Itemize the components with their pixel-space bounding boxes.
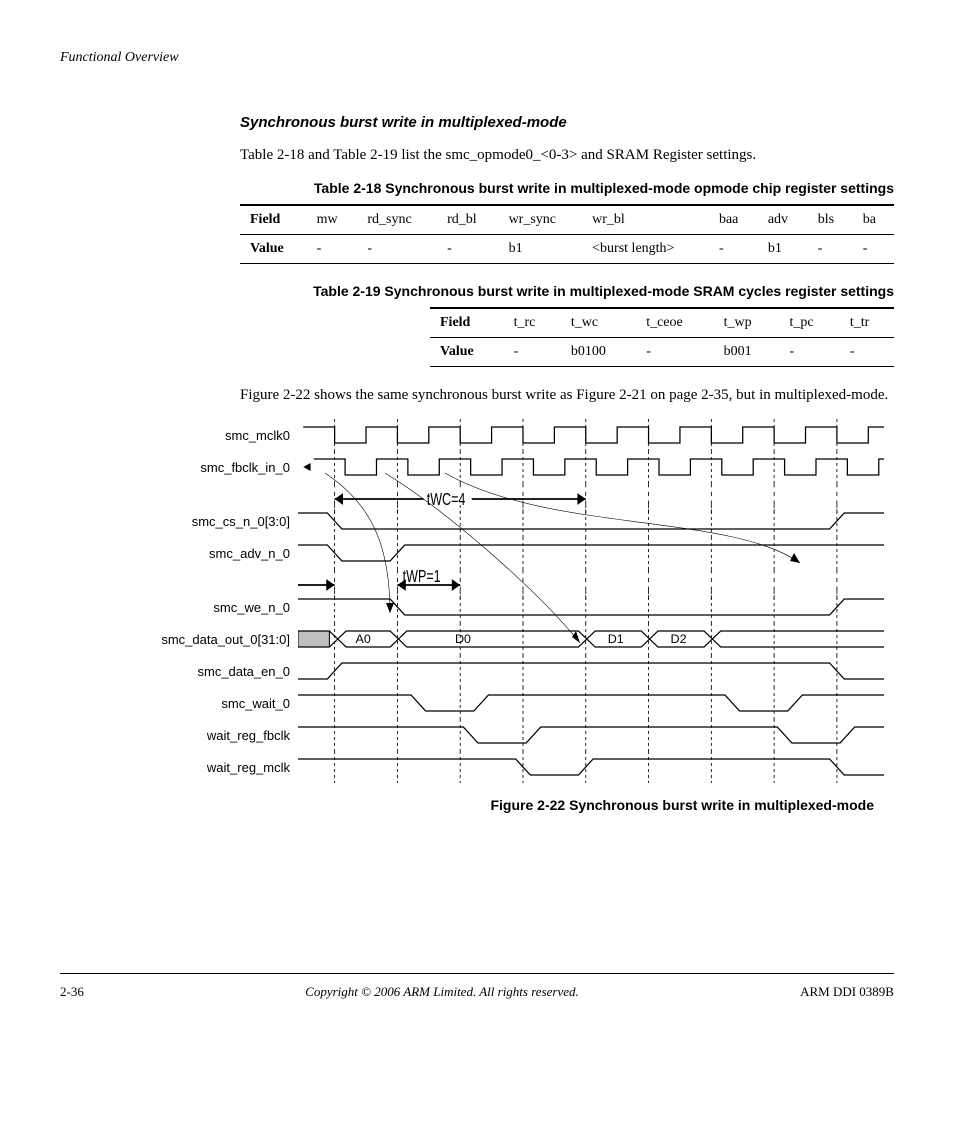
table-header: t_pc xyxy=(779,308,839,338)
signal-row: smc_fbclk_in_0 xyxy=(120,451,884,483)
signal-row: smc_we_n_0 xyxy=(120,591,884,623)
signal-label: smc_fbclk_in_0 xyxy=(120,460,298,475)
cell: - xyxy=(504,338,561,367)
signal-row: smc_wait_0 xyxy=(120,687,884,719)
signal-label: wait_reg_mclk xyxy=(120,760,298,775)
table-header: t_tr xyxy=(840,308,894,338)
svg-text:D2: D2 xyxy=(671,633,687,647)
cell: <burst length> xyxy=(582,235,709,264)
signal-label: smc_cs_n_0[3:0] xyxy=(120,514,298,529)
cell: - xyxy=(636,338,713,367)
table-2-18: Field mw rd_sync rd_bl wr_sync wr_bl baa… xyxy=(240,204,894,264)
signal-row: smc_adv_n_0 xyxy=(120,537,884,569)
cell: - xyxy=(437,235,498,264)
cell: - xyxy=(808,235,853,264)
table-header: t_ceoe xyxy=(636,308,713,338)
svg-text:A0: A0 xyxy=(356,633,372,647)
table-header: rd_bl xyxy=(437,205,498,235)
page-number: 2-36 xyxy=(60,984,84,1000)
signal-row: wait_reg_fbclk xyxy=(120,719,884,751)
cell: - xyxy=(853,235,894,264)
svg-text:D0: D0 xyxy=(455,633,471,647)
cell: - xyxy=(840,338,894,367)
table-header: wr_bl xyxy=(582,205,709,235)
row-label: Value xyxy=(430,338,504,367)
cell: - xyxy=(307,235,358,264)
cell: - xyxy=(779,338,839,367)
signal-label: smc_mclk0 xyxy=(120,428,298,443)
cell: b1 xyxy=(499,235,583,264)
signal-row: smc_data_en_0 xyxy=(120,655,884,687)
cell: b001 xyxy=(714,338,780,367)
signal-label: smc_data_out_0[31:0] xyxy=(120,632,298,647)
signal-row: smc_cs_n_0[3:0] xyxy=(120,505,884,537)
annotation-row: tWP=1 xyxy=(120,569,884,591)
table-header: wr_sync xyxy=(499,205,583,235)
signal-label: smc_wait_0 xyxy=(120,696,298,711)
cell: - xyxy=(709,235,758,264)
table-row: Value - - - b1 <burst length> - b1 - - xyxy=(240,235,894,264)
figure-reference-paragraph: Figure 2-22 shows the same synchronous b… xyxy=(240,385,894,405)
table-header: ba xyxy=(853,205,894,235)
cell: - xyxy=(357,235,437,264)
signal-label: smc_data_en_0 xyxy=(120,664,298,679)
table-header: Field xyxy=(430,308,504,338)
intro-paragraph: Table 2-18 and Table 2-19 list the smc_o… xyxy=(240,145,894,165)
table-header: Field xyxy=(240,205,307,235)
table-row: Value - b0100 - b001 - - xyxy=(430,338,894,367)
table-2-19: Field t_rc t_wc t_ceoe t_wp t_pc t_tr Va… xyxy=(430,307,894,367)
signal-row: smc_data_out_0[31:0] A0 D0 D1 xyxy=(120,623,884,655)
annotation-row: tWC=4 xyxy=(120,483,884,505)
cell: b0100 xyxy=(561,338,636,367)
cell: b1 xyxy=(758,235,808,264)
signal-label: wait_reg_fbclk xyxy=(120,728,298,743)
signal-row: wait_reg_mclk xyxy=(120,751,884,783)
table-header: mw xyxy=(307,205,358,235)
table-header: t_wc xyxy=(561,308,636,338)
table-2-19-caption: Table 2-19 Synchronous burst write in mu… xyxy=(240,282,894,301)
table-header: adv xyxy=(758,205,808,235)
signal-label: smc_we_n_0 xyxy=(120,600,298,615)
table-header: t_rc xyxy=(504,308,561,338)
table-header: baa xyxy=(709,205,758,235)
timing-diagram: smc_mclk0 smc_fbclk_in_0 xyxy=(120,419,884,813)
twp-annotation: tWP=1 xyxy=(403,569,441,587)
row-label: Value xyxy=(240,235,307,264)
table-header: bls xyxy=(808,205,853,235)
signal-label: smc_adv_n_0 xyxy=(120,546,298,561)
doc-id: ARM DDI 0389B xyxy=(800,984,894,1000)
table-header: t_wp xyxy=(714,308,780,338)
signal-row: smc_mclk0 xyxy=(120,419,884,451)
page-footer: 2-36 Copyright © 2006 ARM Limited. All r… xyxy=(60,973,894,1000)
running-head: Functional Overview xyxy=(60,50,894,66)
copyright: Copyright © 2006 ARM Limited. All rights… xyxy=(305,984,579,1000)
svg-text:D1: D1 xyxy=(608,633,624,647)
table-header: rd_sync xyxy=(357,205,437,235)
table-2-18-caption: Table 2-18 Synchronous burst write in mu… xyxy=(240,179,894,198)
section-subheading: Synchronous burst write in multiplexed-m… xyxy=(240,114,894,131)
figure-2-22-caption: Figure 2-22 Synchronous burst write in m… xyxy=(120,797,874,813)
